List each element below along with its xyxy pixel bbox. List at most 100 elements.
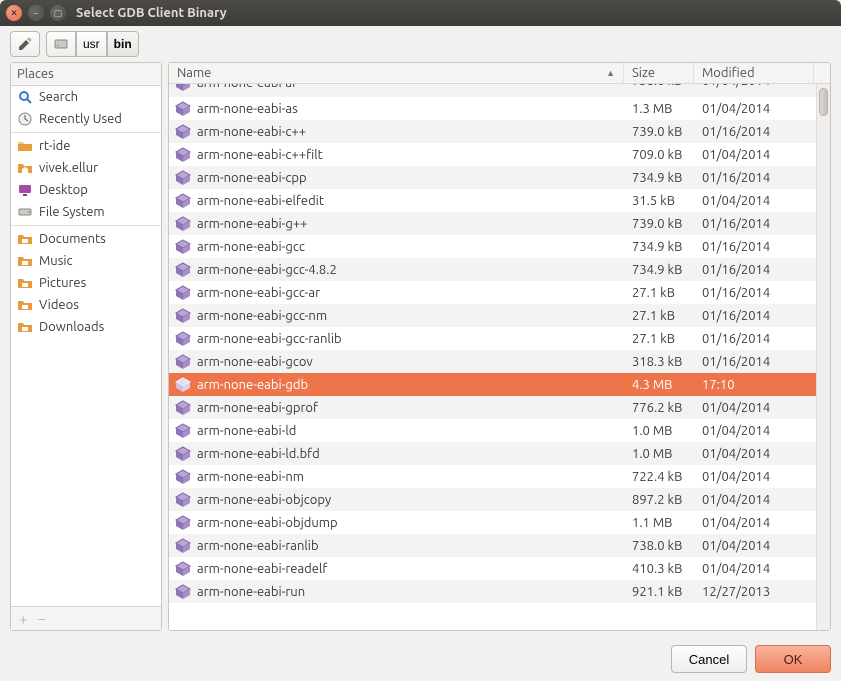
file-row[interactable]: arm-none-eabi-as1.3 MB01/04/2014 xyxy=(169,97,816,120)
edit-path-button[interactable] xyxy=(10,31,40,57)
sidebar-item[interactable]: Music xyxy=(11,250,161,272)
breadcrumb-seg-1[interactable]: bin xyxy=(107,31,139,57)
executable-icon xyxy=(175,561,191,577)
remove-place-button[interactable]: − xyxy=(37,610,45,627)
file-row[interactable]: arm-none-eabi-c++739.0 kB01/16/2014 xyxy=(169,120,816,143)
file-size-cell: 1.1 MB xyxy=(626,516,696,530)
file-modified-cell: 01/04/2014 xyxy=(696,102,816,116)
sidebar-item-label: Music xyxy=(39,254,73,268)
col-scroll-spacer xyxy=(814,63,830,83)
executable-icon xyxy=(175,170,191,186)
file-name-cell: arm-none-eabi-ld.bfd xyxy=(169,446,626,462)
add-place-button[interactable]: + xyxy=(19,610,27,627)
search-icon xyxy=(17,89,33,105)
window-title: Select GDB Client Binary xyxy=(76,6,227,20)
sidebar-item[interactable]: Downloads xyxy=(11,316,161,338)
col-modified[interactable]: Modified xyxy=(694,63,814,83)
file-panel: Name ▲ Size Modified arm-none-eabi-ar738… xyxy=(168,62,831,631)
file-size-cell: 739.0 kB xyxy=(626,125,696,139)
file-row[interactable]: arm-none-eabi-gcc-ar27.1 kB01/16/2014 xyxy=(169,281,816,304)
file-row[interactable]: arm-none-eabi-gdb4.3 MB17:10 xyxy=(169,373,816,396)
sidebar-item[interactable]: Desktop xyxy=(11,179,161,201)
file-name-cell: arm-none-eabi-ar xyxy=(169,84,626,92)
file-modified-cell: 01/04/2014 xyxy=(696,470,816,484)
sidebar-item-label: Pictures xyxy=(39,276,86,290)
file-size-cell: 27.1 kB xyxy=(626,309,696,323)
executable-icon xyxy=(175,216,191,232)
file-size-cell: 1.0 MB xyxy=(626,447,696,461)
cancel-button[interactable]: Cancel xyxy=(671,645,747,673)
file-header: Name ▲ Size Modified xyxy=(169,63,830,84)
executable-icon xyxy=(175,285,191,301)
file-row[interactable]: arm-none-eabi-g++739.0 kB01/16/2014 xyxy=(169,212,816,235)
file-modified-cell: 01/16/2014 xyxy=(696,286,816,300)
sidebar-item[interactable]: rt-ide xyxy=(11,135,161,157)
file-row[interactable]: arm-none-eabi-elfedit31.5 kB01/04/2014 xyxy=(169,189,816,212)
file-row[interactable]: arm-none-eabi-c++filt709.0 kB01/04/2014 xyxy=(169,143,816,166)
file-name-label: arm-none-eabi-gcc-ranlib xyxy=(197,332,342,346)
file-row[interactable]: arm-none-eabi-ld.bfd 1.0 MB01/04/2014 xyxy=(169,442,816,465)
scrollbar-thumb[interactable] xyxy=(819,88,828,116)
sidebar-item[interactable]: Search xyxy=(11,86,161,108)
file-size-cell: 738.0 kB xyxy=(626,539,696,553)
sidebar-item[interactable]: vivek.ellur xyxy=(11,157,161,179)
file-name-cell: arm-none-eabi-as xyxy=(169,101,626,117)
file-modified-cell: 01/04/2014 xyxy=(696,562,816,576)
drive-icon xyxy=(17,204,33,220)
sidebar-separator xyxy=(11,132,161,133)
dialog-buttons: Cancel OK xyxy=(0,637,841,681)
sidebar-footer: + − xyxy=(11,606,161,630)
file-row[interactable]: arm-none-eabi-gprof776.2 kB01/04/2014 xyxy=(169,396,816,419)
scrollbar-vertical[interactable] xyxy=(816,84,830,630)
minimize-icon[interactable]: – xyxy=(28,5,44,21)
sidebar-item[interactable]: Videos xyxy=(11,294,161,316)
executable-icon xyxy=(175,377,191,393)
file-row[interactable]: arm-none-eabi-objdump1.1 MB01/04/2014 xyxy=(169,511,816,534)
file-row[interactable]: arm-none-eabi-run921.1 kB12/27/2013 xyxy=(169,580,816,603)
file-row[interactable]: arm-none-eabi-ld1.0 MB01/04/2014 xyxy=(169,419,816,442)
sidebar-item[interactable]: Pictures xyxy=(11,272,161,294)
file-row[interactable]: arm-none-eabi-objcopy897.2 kB01/04/2014 xyxy=(169,488,816,511)
file-row[interactable]: arm-none-eabi-gcc-ranlib27.1 kB01/16/201… xyxy=(169,327,816,350)
ok-button[interactable]: OK xyxy=(755,645,831,673)
file-list[interactable]: arm-none-eabi-ar738.0 kB01/04/2014arm-no… xyxy=(169,84,816,630)
file-row[interactable]: arm-none-eabi-gcc-4.8.2734.9 kB01/16/201… xyxy=(169,258,816,281)
file-row[interactable]: arm-none-eabi-cpp734.9 kB01/16/2014 xyxy=(169,166,816,189)
col-size[interactable]: Size xyxy=(624,63,694,83)
file-row[interactable]: arm-none-eabi-nm722.4 kB01/04/2014 xyxy=(169,465,816,488)
executable-icon xyxy=(175,147,191,163)
file-row[interactable]: arm-none-eabi-gcc-nm27.1 kB01/16/2014 xyxy=(169,304,816,327)
sidebar-item[interactable]: File System xyxy=(11,201,161,223)
file-modified-cell: 01/04/2014 xyxy=(696,84,816,88)
executable-icon xyxy=(175,492,191,508)
file-name-label: arm-none-eabi-gprof xyxy=(197,401,318,415)
file-name-label: arm-none-eabi-ranlib xyxy=(197,539,319,553)
file-name-cell: arm-none-eabi-c++filt xyxy=(169,147,626,163)
file-row[interactable]: arm-none-eabi-ranlib738.0 kB01/04/2014 xyxy=(169,534,816,557)
file-name-label: arm-none-eabi-readelf xyxy=(197,562,327,576)
file-row[interactable]: arm-none-eabi-gcov318.3 kB01/16/2014 xyxy=(169,350,816,373)
file-modified-cell: 01/04/2014 xyxy=(696,401,816,415)
file-size-cell: 31.5 kB xyxy=(626,194,696,208)
file-name-label: arm-none-eabi-ld.bfd xyxy=(197,447,320,461)
file-name-label: arm-none-eabi-as xyxy=(197,102,298,116)
file-name-label: arm-none-eabi-elfedit xyxy=(197,194,324,208)
file-name-label: arm-none-eabi-gcov xyxy=(197,355,313,369)
doc-folder-icon xyxy=(17,253,33,269)
breadcrumb-root[interactable] xyxy=(46,31,76,57)
sidebar-item[interactable]: Documents xyxy=(11,228,161,250)
col-name[interactable]: Name ▲ xyxy=(169,63,624,83)
file-size-cell: 734.9 kB xyxy=(626,263,696,277)
sidebar-list: SearchRecently Used rt-idevivek.ellurDesk… xyxy=(11,86,161,606)
close-icon[interactable]: ✕ xyxy=(6,5,22,21)
executable-icon xyxy=(175,331,191,347)
file-modified-cell: 12/27/2013 xyxy=(696,585,816,599)
file-row[interactable]: arm-none-eabi-gcc734.9 kB01/16/2014 xyxy=(169,235,816,258)
breadcrumb-seg-0[interactable]: usr xyxy=(76,31,107,57)
file-row[interactable]: arm-none-eabi-ar738.0 kB01/04/2014 xyxy=(169,84,816,97)
desktop-icon xyxy=(17,182,33,198)
maximize-icon[interactable]: ▢ xyxy=(50,5,66,21)
file-row[interactable]: arm-none-eabi-readelf410.3 kB01/04/2014 xyxy=(169,557,816,580)
sidebar-item[interactable]: Recently Used xyxy=(11,108,161,130)
file-modified-cell: 01/04/2014 xyxy=(696,447,816,461)
